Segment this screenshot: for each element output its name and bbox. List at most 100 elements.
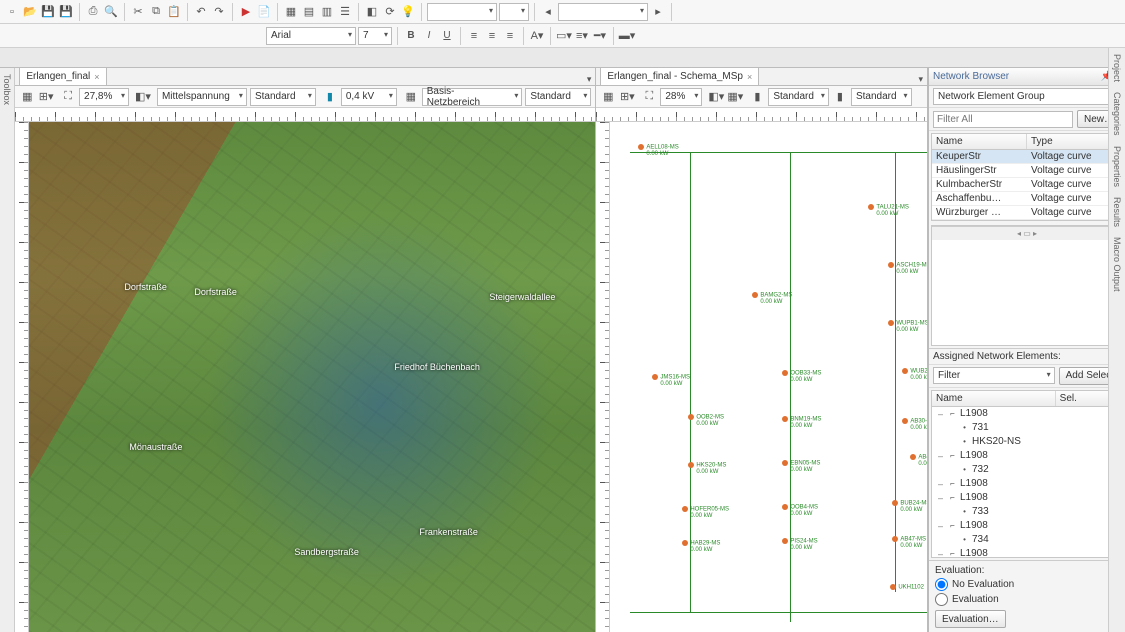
layers2-icon[interactable]: ◧▾ xyxy=(708,89,724,105)
tab-dropdown-icon[interactable]: ▾ xyxy=(918,74,923,85)
volt-combo[interactable]: 0,4 kV xyxy=(341,88,397,106)
col-name[interactable]: Name xyxy=(932,134,1027,149)
std-combo[interactable]: Standard xyxy=(250,88,316,106)
tree-node[interactable]: •731 xyxy=(932,421,1122,435)
schema-node[interactable]: AELL08-MS0.00 kW xyxy=(638,144,678,157)
preview-icon[interactable]: 🔍 xyxy=(103,4,119,20)
align-right-icon[interactable]: ≡ xyxy=(502,28,518,44)
grid2-icon[interactable]: ⊞▾ xyxy=(38,89,54,105)
bold-button[interactable]: B xyxy=(403,28,419,44)
combo-a[interactable] xyxy=(427,3,497,21)
std1-combo[interactable]: Standard xyxy=(768,88,829,106)
schema-node[interactable]: BUB24-MS0.00 kW xyxy=(892,500,927,513)
save-all-icon[interactable]: 💾 xyxy=(58,4,74,20)
schema-node[interactable]: EBN05-MS0.00 kW xyxy=(782,460,820,473)
tree-node[interactable]: –⌐L1908 xyxy=(932,519,1122,533)
schema-node[interactable]: AB47-MS0.00 kW xyxy=(910,454,927,467)
tree-node[interactable]: •732 xyxy=(932,463,1122,477)
redo-icon[interactable]: ↷ xyxy=(211,4,227,20)
flag-icon[interactable]: ▮ xyxy=(322,89,338,105)
open-icon[interactable]: 📂 xyxy=(22,4,38,20)
schema-node[interactable]: OOB33-MS0.00 kW xyxy=(782,370,821,383)
tree-node[interactable]: •HKS20-NS xyxy=(932,435,1122,449)
schema-node[interactable]: BAMG2-MS0.00 kW xyxy=(752,292,792,305)
schema-node[interactable]: ASCH19-MS0.00 kW xyxy=(888,262,927,275)
schema-node[interactable]: HOFER05-MS0.00 kW xyxy=(682,506,729,519)
cut-icon[interactable]: ✂ xyxy=(130,4,146,20)
range-combo[interactable]: Basis-Netzbereich xyxy=(422,88,523,106)
schema-node[interactable]: AB30-MS0.00 kW xyxy=(902,418,927,431)
script-icon[interactable]: 📄 xyxy=(256,4,272,20)
combo-c[interactable] xyxy=(558,3,648,21)
grid-icon[interactable]: ▦ xyxy=(600,89,616,105)
scrollbar[interactable]: ◂ ▭ ▸ xyxy=(932,226,1122,240)
tree-node[interactable]: •733 xyxy=(932,505,1122,519)
new-icon[interactable]: ▫ xyxy=(4,4,20,20)
schema-node[interactable]: HKS20-MS0.00 kW xyxy=(688,462,726,475)
tree-node[interactable]: –⌐L1908 xyxy=(932,491,1122,505)
zoom-combo[interactable]: 27,8% xyxy=(79,88,129,106)
tree-col-name[interactable]: Name xyxy=(932,391,1056,406)
copy-icon[interactable]: ⧉ xyxy=(148,4,164,20)
macro-output-tab[interactable]: Macro Output xyxy=(1112,237,1122,292)
schema-node[interactable]: WUPB1-MS0.00 kW xyxy=(888,320,927,333)
tab-map[interactable]: Erlangen_final × xyxy=(19,67,106,85)
tree-node[interactable]: –⌐L1908 xyxy=(932,477,1122,491)
schema-node[interactable]: HAB29-MS0.00 kW xyxy=(682,540,720,553)
window-icon[interactable]: ▦ xyxy=(283,4,299,20)
std2-combo[interactable]: Standard xyxy=(525,88,591,106)
font-combo[interactable]: Arial xyxy=(266,27,356,45)
tab-schema[interactable]: Erlangen_final - Schema_MSp × xyxy=(600,67,759,85)
paste-icon[interactable]: 📋 xyxy=(166,4,182,20)
tree-node[interactable]: •734 xyxy=(932,533,1122,547)
schema-node[interactable]: OOB2-MS0.00 kW xyxy=(688,414,724,427)
grid2-icon[interactable]: ⊞▾ xyxy=(619,89,635,105)
save-icon[interactable]: 💾 xyxy=(40,4,56,20)
align-center-icon[interactable]: ≡ xyxy=(484,28,500,44)
help-icon[interactable]: 💡 xyxy=(400,4,416,20)
fontcolor-icon[interactable]: A▾ xyxy=(529,28,545,44)
close-icon[interactable]: × xyxy=(94,72,99,82)
grid-row[interactable]: Aschaffenbu…Voltage curve xyxy=(932,192,1122,206)
flag3-icon[interactable]: ▮ xyxy=(832,89,848,105)
categories-tab[interactable]: Categories xyxy=(1112,92,1122,136)
filter-input[interactable] xyxy=(933,111,1073,128)
properties-tab[interactable]: Properties xyxy=(1112,146,1122,187)
prev-icon[interactable]: ◂ xyxy=(540,4,556,20)
tree-node[interactable]: –⌐L1908 xyxy=(932,407,1122,421)
project-tab[interactable]: Project xyxy=(1112,54,1122,82)
schema-canvas[interactable]: AELL08-MS0.00 kWTALU21-MS0.00 kWBAMG2-MS… xyxy=(610,122,927,632)
align-left-icon[interactable]: ≡ xyxy=(466,28,482,44)
run-icon[interactable]: ▶ xyxy=(238,4,254,20)
eval-button[interactable]: Evaluation… xyxy=(935,610,1006,628)
window2-icon[interactable]: ▤ xyxy=(301,4,317,20)
print-icon[interactable]: ⎙ xyxy=(85,4,101,20)
grid-row[interactable]: Würzburger …Voltage curve xyxy=(932,206,1122,220)
grid-icon[interactable]: ▦ xyxy=(19,89,35,105)
combo-b[interactable] xyxy=(499,3,529,21)
fontsize-combo[interactable]: 7 xyxy=(358,27,392,45)
zoom-combo[interactable]: 28% xyxy=(660,88,702,106)
tree-node[interactable]: –⌐L1908 xyxy=(932,547,1122,558)
toolbox-tab[interactable]: Toolbox xyxy=(2,74,12,105)
layers3-icon[interactable]: ▦▾ xyxy=(727,89,743,105)
grid-row[interactable]: KulmbacherStrVoltage curve xyxy=(932,178,1122,192)
grid-row[interactable]: KeuperStrVoltage curve xyxy=(932,150,1122,164)
map-canvas[interactable]: SteigerwaldalleeFriedhof BüchenbachAm Eu… xyxy=(29,122,595,632)
underline-button[interactable]: U xyxy=(439,28,455,44)
eval-yes-radio[interactable]: Evaluation xyxy=(935,593,1119,606)
grid-row[interactable]: HäuslingerStrVoltage curve xyxy=(932,164,1122,178)
layers2-icon[interactable]: ◧▾ xyxy=(135,89,151,105)
schema-node[interactable]: AB47-MS0.00 kW xyxy=(892,536,926,549)
layer-combo[interactable]: Mittelspannung xyxy=(157,88,247,106)
refresh-icon[interactable]: ⟳ xyxy=(382,4,398,20)
results-tab[interactable]: Results xyxy=(1112,197,1122,227)
linestyle-icon[interactable]: ≡▾ xyxy=(574,28,590,44)
schema-node[interactable]: UKH1102 xyxy=(890,584,924,597)
fillcolor-icon[interactable]: ▬▾ xyxy=(619,28,635,44)
layers-icon[interactable]: ◧ xyxy=(364,4,380,20)
window3-icon[interactable]: ▥ xyxy=(319,4,335,20)
schema-node[interactable]: PIS24-MS0.00 kW xyxy=(782,538,817,551)
undo-icon[interactable]: ↶ xyxy=(193,4,209,20)
schema-node[interactable]: WUB27-MS0.00 kW xyxy=(902,368,927,381)
